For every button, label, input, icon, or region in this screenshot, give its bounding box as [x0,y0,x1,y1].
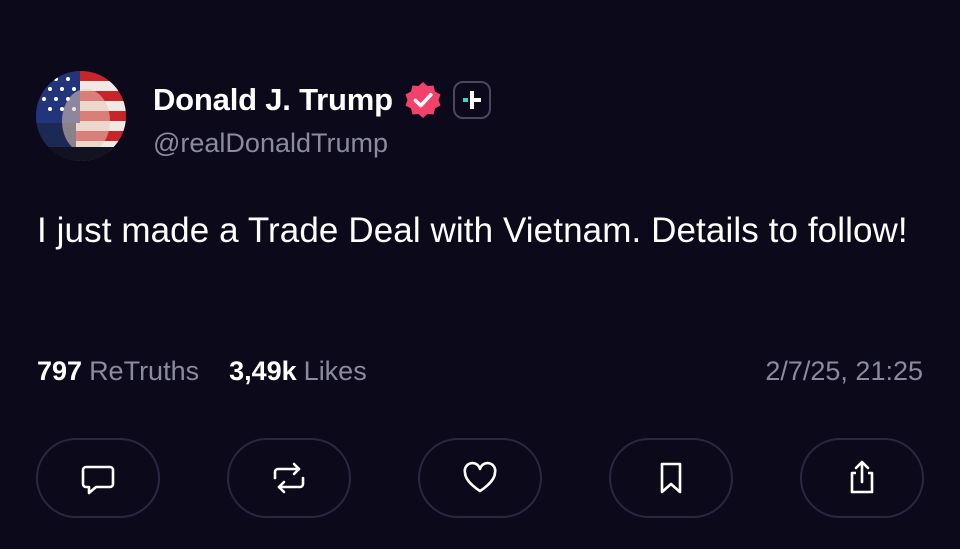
action-bar [36,438,924,518]
avatar[interactable] [36,71,126,161]
post-stats: 797 ReTruths 3,49k Likes [37,356,367,387]
bookmark-button[interactable] [609,438,733,518]
retruths-label: ReTruths [89,356,200,386]
heart-icon [463,461,497,493]
reply-button[interactable] [36,438,160,518]
share-icon [850,460,874,494]
likes-label: Likes [303,356,367,386]
share-button[interactable] [800,438,924,518]
likes-stat[interactable]: 3,49k Likes [229,356,367,387]
author-handle[interactable]: @realDonaldTrump [153,128,388,159]
post-timestamp: 2/7/25, 21:25 [765,356,923,386]
retruths-stat[interactable]: 797 ReTruths [37,356,199,387]
reply-icon [81,465,115,495]
verified-badge-icon [403,80,443,120]
like-button[interactable] [418,438,542,518]
plus-icon [462,91,481,109]
author-name-row: Donald J. Trump [153,78,491,122]
retruth-icon [273,462,305,494]
retruth-button[interactable] [227,438,351,518]
avatar-image [36,71,126,161]
follow-button[interactable] [452,81,491,119]
author-display-name[interactable]: Donald J. Trump [153,82,393,118]
post-text: I just made a Trade Deal with Vietnam. D… [37,211,908,250]
likes-count: 3,49k [229,356,297,386]
retruths-count: 797 [37,356,83,386]
bookmark-icon [660,462,682,494]
